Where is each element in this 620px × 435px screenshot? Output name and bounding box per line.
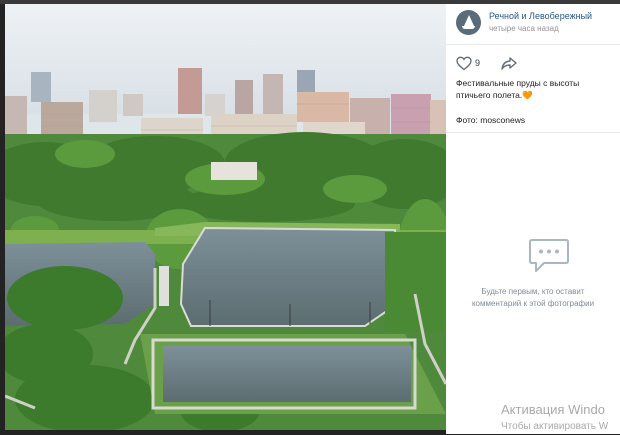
like-button[interactable]: 9 [456,56,486,72]
watermark-title: Активация Windo [501,402,605,417]
windows-activation-watermark: Активация Windo Чтобы активировать W [501,402,608,433]
watermark-subtitle: Чтобы активировать W [501,421,609,432]
share-button[interactable] [500,56,518,72]
sailboat-hull [462,26,475,29]
author-link[interactable]: Речной и Левобережный [489,11,592,21]
comments-area: Будьте первым, кто оставит комментарий к… [446,132,620,435]
no-comments-line1: Будьте первым, кто оставит [481,287,585,296]
post-caption: Фестивальные пруды с высоты птичьего пол… [456,77,614,101]
aerial-park-photo [5,4,446,430]
no-comments-line2: комментарий к этой фотографии [471,299,595,308]
orange-heart-emoji: 🧡 [522,90,533,100]
post-time[interactable]: четыре часа назад [489,24,559,33]
like-count: 9 [475,58,481,68]
community-avatar[interactable] [456,10,481,35]
sailboat-icon [464,15,474,26]
photo-source: Фото: mosconews [456,115,526,125]
share-arrow-icon [501,57,517,70]
no-comments-message: Будьте первым, кто оставит комментарий к… [454,286,612,310]
post-side-panel: Речной и Левобережный четыре часа назад … [446,4,620,434]
post-photo[interactable] [5,4,446,430]
comment-bubble-icon [529,239,569,272]
post-header: Речной и Левобережный четыре часа назад [446,4,620,45]
heart-outline-icon [456,56,472,71]
caption-text: Фестивальные пруды с высоты птичьего пол… [456,78,580,100]
